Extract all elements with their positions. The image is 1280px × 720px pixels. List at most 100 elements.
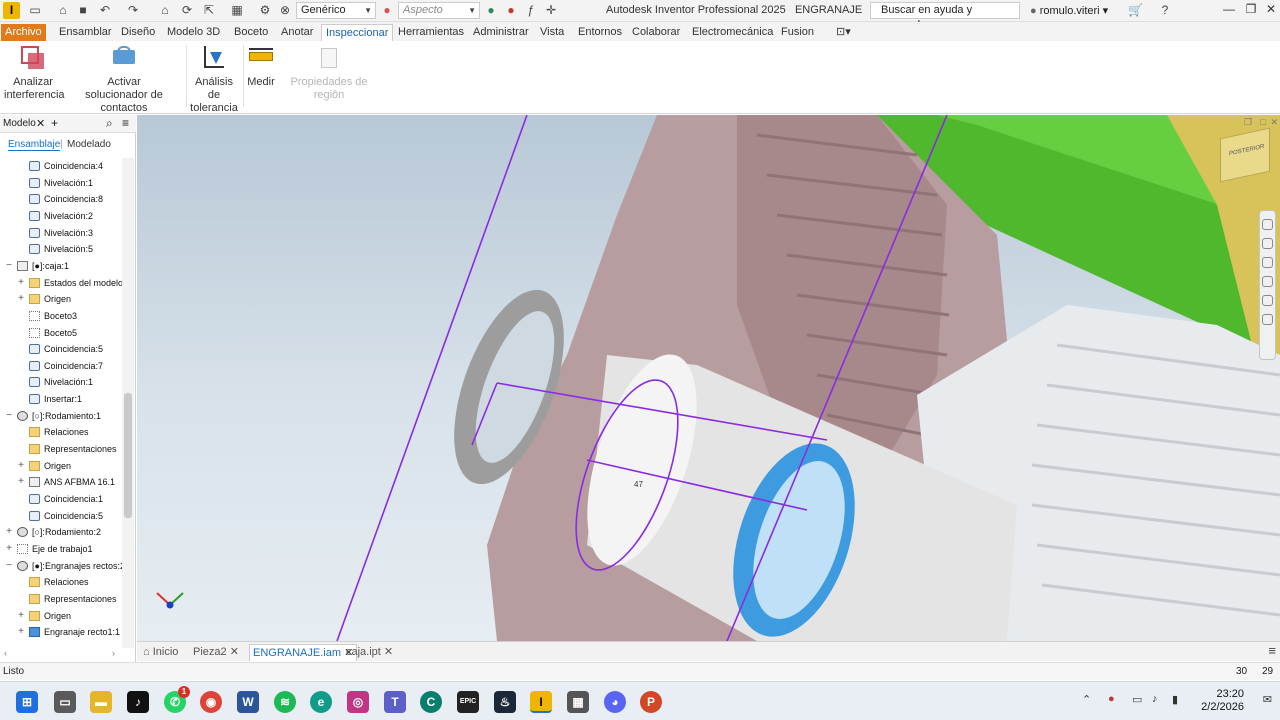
color-wheel-icon[interactable]: ● xyxy=(380,3,394,17)
whatsapp-icon[interactable]: ✆ 1 xyxy=(164,686,190,713)
tab-inspect[interactable]: Inspeccionar xyxy=(321,24,394,41)
inventor-logo-icon[interactable]: I xyxy=(3,2,20,19)
undo-icon[interactable]: ↶ xyxy=(98,3,112,17)
expand-icon[interactable]: + xyxy=(4,541,14,557)
edge-icon[interactable]: e xyxy=(310,691,332,713)
add-tab-icon[interactable]: + xyxy=(51,116,58,130)
function-icon[interactable]: ƒ xyxy=(524,3,538,17)
scroll-right-icon[interactable]: › xyxy=(112,648,115,658)
clear-appearance-icon[interactable]: ● xyxy=(504,3,518,17)
powerpoint-icon[interactable]: P xyxy=(640,691,662,713)
close-icon[interactable]: ✕ xyxy=(230,646,239,658)
pan-icon[interactable] xyxy=(1262,238,1273,249)
search-icon[interactable]: ⌕ xyxy=(106,116,113,131)
browser-scrollbar[interactable] xyxy=(122,158,134,648)
teams-icon[interactable]: T xyxy=(384,691,406,713)
file-explorer-icon[interactable]: ▬ xyxy=(90,691,112,713)
doc-tab-home[interactable]: ⌂ Inicio xyxy=(143,644,178,660)
minimize-button[interactable]: — xyxy=(1220,2,1238,18)
tiktok-icon[interactable]: ♪ xyxy=(127,691,149,713)
task-view-icon[interactable]: ▭ xyxy=(54,691,76,713)
tab-tools[interactable]: Herramientas xyxy=(394,24,468,41)
tab-design[interactable]: Diseño xyxy=(117,24,159,41)
volume-icon[interactable]: ♪ xyxy=(1152,693,1158,705)
scroll-left-icon[interactable]: ‹ xyxy=(4,648,7,658)
material-browser-icon[interactable]: ● xyxy=(484,3,498,17)
doc-tab-engranaje[interactable]: ENGRANAJE.iam ✕ xyxy=(249,644,358,661)
new-file-icon[interactable]: ▭ xyxy=(28,3,42,17)
customize-icon[interactable]: ✛ xyxy=(544,3,558,17)
collapse-icon[interactable]: − xyxy=(4,408,14,424)
close-icon[interactable]: ✕ xyxy=(384,646,393,658)
tab-electromechanical[interactable]: Electromecánica xyxy=(688,24,777,41)
tab-file[interactable]: Archivo xyxy=(1,24,46,41)
look-at-icon[interactable] xyxy=(1262,295,1273,306)
user-account[interactable]: ● romulo.viteri ▾ xyxy=(1030,4,1108,17)
viewport-close-icon[interactable]: ✕ xyxy=(1270,117,1278,128)
collapse-icon[interactable]: − xyxy=(4,558,14,574)
zoom-icon[interactable] xyxy=(1262,257,1273,268)
activate-contact-solver-button[interactable]: Activar solucionador de contactos xyxy=(64,44,184,115)
subtab-assembly[interactable]: Ensamblaje xyxy=(8,139,61,151)
nav-options-icon[interactable] xyxy=(1262,314,1273,325)
save-icon[interactable]: ■ xyxy=(76,3,90,17)
expand-icon[interactable]: + xyxy=(16,291,26,307)
measure-button[interactable]: Medir xyxy=(245,44,277,89)
graphics-viewport[interactable]: 47 POSTERIOR ❐ □ ✕ xyxy=(137,115,1280,641)
orbit-icon[interactable] xyxy=(1262,276,1273,287)
subtab-modeling[interactable]: Modelado xyxy=(67,139,111,150)
spotify-icon[interactable]: ≋ xyxy=(274,691,296,713)
home-icon[interactable]: ⌂ xyxy=(158,3,172,17)
viewport-maximize-icon[interactable]: □ xyxy=(1261,117,1266,127)
expand-icon[interactable]: + xyxy=(4,524,14,540)
chrome-icon[interactable]: ◉ xyxy=(200,691,222,713)
select-icon[interactable]: ⇱ xyxy=(202,3,216,17)
tab-environments[interactable]: Entornos xyxy=(574,24,626,41)
taskbar-clock[interactable]: 23:20 2/2/2026 xyxy=(1201,688,1244,714)
settings-icon[interactable]: ⚙ xyxy=(258,3,272,17)
ribbon-options-icon[interactable]: ⊡▾ xyxy=(832,24,855,41)
doc-tab-part2[interactable]: Pieza2 ✕ xyxy=(193,644,239,660)
tray-expand-icon[interactable]: ⌃ xyxy=(1082,693,1091,706)
notifications-icon[interactable]: ✉ xyxy=(1263,693,1272,706)
close-button[interactable]: ✕ xyxy=(1262,2,1280,18)
material-dropdown[interactable]: Aspecto ▼ xyxy=(398,2,480,19)
appearance-dropdown[interactable]: Genérico ▼ xyxy=(296,2,376,19)
expand-icon[interactable]: + xyxy=(16,275,26,291)
tolerance-analysis-button[interactable]: Análisis de tolerancia xyxy=(188,44,240,115)
collapse-icon[interactable]: − xyxy=(4,258,14,274)
tab-collaborate[interactable]: Colaborar xyxy=(628,24,684,41)
assembly-3d-view[interactable]: 47 xyxy=(137,115,1280,641)
inventor-taskbar-icon[interactable]: I xyxy=(530,691,552,713)
close-icon[interactable]: ✕ xyxy=(36,117,45,130)
steam-icon[interactable]: ♨ xyxy=(494,691,516,713)
calculator-icon[interactable]: ▦ xyxy=(567,691,589,713)
doc-tab-caja[interactable]: caja.ipt ✕ xyxy=(346,644,393,660)
expand-icon[interactable]: + xyxy=(16,624,26,640)
redo-icon[interactable]: ↷ xyxy=(126,3,140,17)
tab-manage[interactable]: Administrar xyxy=(469,24,533,41)
display-icon[interactable]: ▭ xyxy=(1132,693,1142,706)
expand-icon[interactable]: + xyxy=(16,458,26,474)
steering-wheel-icon[interactable] xyxy=(1262,219,1273,230)
menu-icon[interactable]: ≡ xyxy=(122,116,129,130)
tab-sketch[interactable]: Boceto xyxy=(230,24,272,41)
battery-icon[interactable]: ▮ xyxy=(1172,693,1178,706)
help-search-input[interactable]: Buscar en ayuda y comandos... xyxy=(870,2,1020,31)
maximize-button[interactable]: ❐ xyxy=(1242,2,1260,18)
project-icon[interactable]: ▦ xyxy=(230,3,244,17)
windows-start-icon[interactable]: ⊞ xyxy=(16,691,38,713)
expand-icon[interactable]: + xyxy=(16,608,26,624)
word-icon[interactable]: W xyxy=(237,691,259,713)
close-circle-icon[interactable]: ⊗ xyxy=(278,3,292,17)
dimension-label[interactable]: 47 xyxy=(634,480,643,489)
viewport-restore-icon[interactable]: ❐ xyxy=(1244,117,1252,128)
tab-assemble[interactable]: Ensamblar xyxy=(55,24,116,41)
document-menu-icon[interactable]: ≡ xyxy=(1268,643,1276,658)
discord-icon[interactable]: ◕ xyxy=(604,691,626,713)
epic-games-icon[interactable]: EPIC xyxy=(457,691,479,713)
tab-annotate[interactable]: Anotar xyxy=(277,24,317,41)
update-icon[interactable]: ⟳ xyxy=(180,3,194,17)
tab-fusion[interactable]: Fusion xyxy=(777,24,818,41)
help-icon[interactable]: ? xyxy=(1158,3,1172,17)
